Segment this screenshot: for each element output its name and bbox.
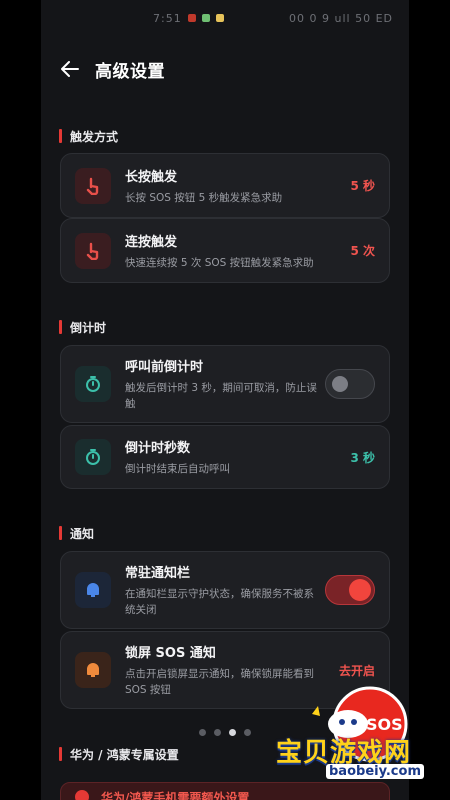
arrow-left-icon [61, 61, 79, 77]
multi-press-desc: 快速连续按 5 次 SOS 按钮触发紧急求助 [125, 256, 314, 269]
notification-icon [187, 14, 196, 22]
pre-call-toggle[interactable] [325, 369, 375, 399]
page-dot-active [229, 729, 236, 736]
countdown-seconds-text: 倒计时秒数 倒计时结束后自动呼叫 [125, 437, 342, 477]
back-button[interactable] [59, 58, 81, 80]
section-countdown-label: 倒计时 [70, 320, 107, 335]
app-notification-icon [201, 14, 210, 22]
huawei-banner-text: 华为/鸿蒙手机需要额外设置 [101, 790, 250, 800]
long-press-desc: 长按 SOS 按钮 5 秒触发紧急求助 [125, 191, 283, 204]
countdown-seconds-card[interactable]: 倒计时秒数 倒计时结束后自动呼叫 3 秒 [60, 425, 390, 489]
pre-call-countdown-card: 呼叫前倒计时 触发后倒计时 3 秒，期间可取消，防止误触 [60, 345, 390, 423]
countdown-seconds-desc: 倒计时结束后自动呼叫 [125, 463, 230, 475]
resident-toggle[interactable] [325, 575, 375, 605]
stopwatch-icon [75, 439, 111, 475]
app-notification-icon-2 [215, 14, 224, 22]
multi-press-text: 连按触发 快速连续按 5 次 SOS 按钮触发紧急求助 [125, 231, 342, 271]
section-huawei: 华为 / 鸿蒙专属设置 [59, 745, 179, 763]
pre-call-desc: 触发后倒计时 3 秒，期间可取消，防止误触 [125, 382, 317, 410]
section-countdown: 倒计时 [59, 318, 106, 336]
countdown-seconds-value: 3 秒 [350, 450, 375, 465]
multi-press-card[interactable]: 连按触发 快速连续按 5 次 SOS 按钮触发紧急求助 5 次 [60, 218, 390, 283]
section-accent-bar [59, 747, 62, 761]
pre-call-text: 呼叫前倒计时 触发后倒计时 3 秒，期间可取消，防止误触 [125, 356, 317, 412]
page-dot [199, 729, 206, 736]
page-indicator [199, 729, 251, 736]
page-dot [214, 729, 221, 736]
section-notify-label: 通知 [70, 526, 95, 541]
bell-icon [75, 572, 111, 608]
long-press-text: 长按触发 长按 SOS 按钮 5 秒触发紧急求助 [125, 166, 342, 206]
hand-tap-icon [75, 232, 111, 269]
section-huawei-label: 华为 / 鸿蒙专属设置 [70, 747, 179, 762]
page-dot [244, 729, 251, 736]
multi-press-value: 5 次 [350, 244, 375, 258]
toggle-knob [332, 376, 348, 392]
resident-notification-card: 常驻通知栏 在通知栏显示守护状态，确保服务不被系统关闭 [60, 551, 390, 629]
long-press-title: 长按触发 [125, 169, 178, 185]
resident-desc: 在通知栏显示守护状态，确保服务不被系统关闭 [125, 588, 314, 616]
header: 高级设置 [59, 52, 165, 86]
status-indicators: 00 0 9 ull 50 ED [289, 11, 393, 25]
resident-text: 常驻通知栏 在通知栏显示守护状态，确保服务不被系统关闭 [125, 562, 317, 618]
watermark-url: baobeiy.com [326, 764, 424, 779]
long-press-card[interactable]: 长按触发 长按 SOS 按钮 5 秒触发紧急求助 5 秒 [60, 153, 390, 218]
pre-call-title: 呼叫前倒计时 [125, 360, 204, 375]
section-notify: 通知 [59, 524, 94, 542]
warning-icon [75, 790, 89, 800]
section-trigger-label: 触发方式 [70, 129, 119, 144]
stopwatch-icon [75, 366, 111, 402]
section-accent-bar [59, 320, 62, 334]
lockscreen-sos-title: 锁屏 SOS 通知 [125, 646, 216, 661]
bell-icon [75, 652, 111, 688]
multi-press-title: 连按触发 [125, 234, 178, 250]
resident-title: 常驻通知栏 [125, 566, 191, 581]
status-bar: 7:51 00 0 9 ull 50 ED [41, 0, 409, 36]
long-press-value: 5 秒 [350, 179, 375, 193]
toggle-knob [349, 579, 371, 601]
countdown-seconds-title: 倒计时秒数 [125, 441, 191, 456]
section-accent-bar [59, 129, 62, 143]
hand-press-icon [75, 167, 111, 204]
status-time: 7:51 [153, 11, 182, 25]
section-trigger: 触发方式 [59, 127, 118, 145]
page-title: 高级设置 [95, 61, 165, 82]
section-accent-bar [59, 526, 62, 540]
